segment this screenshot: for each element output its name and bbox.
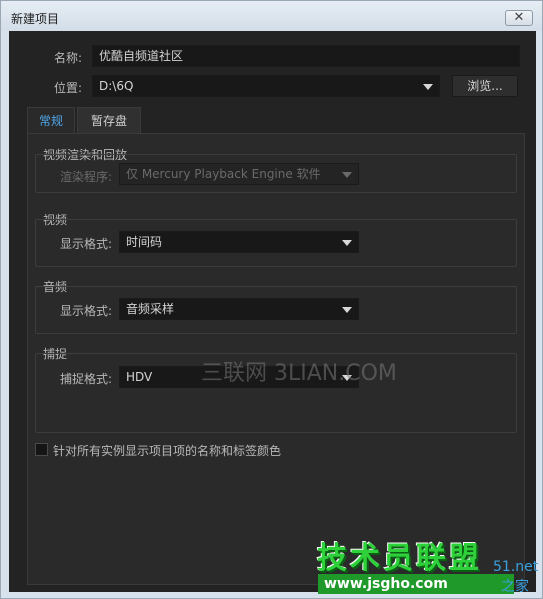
location-select[interactable]: D:\6Q	[92, 75, 440, 97]
chevron-down-icon	[342, 307, 352, 313]
video-display-format-select[interactable]: 时间码	[119, 231, 359, 253]
location-value: D:\6Q	[99, 79, 134, 93]
chevron-down-icon	[423, 84, 433, 90]
brand-logo: 技术员联盟	[317, 541, 482, 576]
close-icon: ✕	[513, 10, 525, 25]
show-name-label-color-label: 针对所有实例显示项目项的名称和标签颜色	[53, 444, 282, 458]
renderer-value: 仅 Mercury Playback Engine 软件	[126, 167, 321, 181]
capture-format-label: 捕捉格式:	[60, 372, 113, 386]
window-title: 新建项目	[11, 12, 60, 26]
new-project-dialog: 新建项目 ✕ 名称: 优酷自频道社区 位置: D:\6Q 浏览... 常规 暂存…	[0, 0, 543, 599]
renderer-select: 仅 Mercury Playback Engine 软件	[119, 163, 359, 185]
project-name-input[interactable]: 优酷自频道社区	[92, 45, 520, 67]
brand-tail-text: 之家	[501, 579, 529, 595]
dialog-body: 名称: 优酷自频道社区 位置: D:\6Q 浏览... 常规 暂存盘 视频渲染和…	[9, 31, 536, 592]
tab-scratch-disks[interactable]: 暂存盘	[77, 107, 141, 135]
project-name-value: 优酷自频道社区	[99, 49, 184, 63]
video-display-format-value: 时间码	[126, 235, 163, 249]
capture-format-value: HDV	[126, 370, 153, 384]
tab-general[interactable]: 常规	[27, 107, 75, 135]
close-button[interactable]: ✕	[505, 10, 533, 26]
audio-display-format-label: 显示格式:	[60, 304, 113, 318]
brand-partial-text: 51.net	[493, 559, 539, 575]
audio-display-format-select[interactable]: 音频采样	[119, 298, 359, 320]
renderer-label: 渲染程序:	[60, 170, 113, 184]
video-display-format-label: 显示格式:	[60, 237, 113, 251]
brand-url: www.jsgho.com	[318, 574, 514, 594]
browse-button[interactable]: 浏览...	[452, 75, 518, 97]
chevron-down-icon	[342, 172, 352, 178]
location-label: 位置:	[54, 81, 83, 95]
name-label: 名称:	[54, 51, 83, 65]
chevron-down-icon	[342, 240, 352, 246]
watermark-text: 三联网 3LIAN.COM	[201, 361, 397, 386]
title-bar[interactable]: 新建项目 ✕	[1, 1, 542, 31]
audio-display-format-value: 音频采样	[126, 302, 175, 316]
show-name-label-color-checkbox[interactable]	[35, 443, 48, 456]
